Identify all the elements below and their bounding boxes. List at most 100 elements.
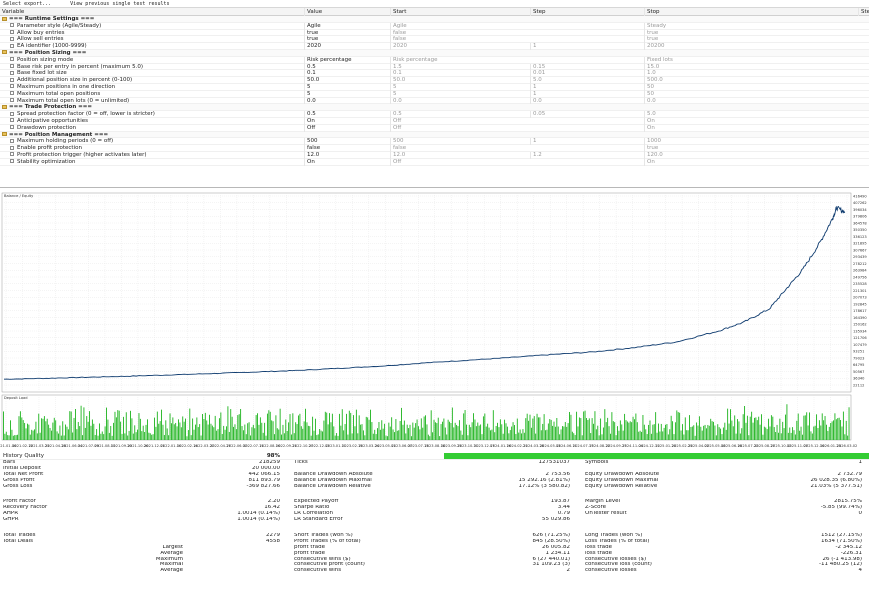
grid-param-row[interactable]: Enable profit protection false false true (0, 145, 869, 152)
checkbox[interactable] (10, 159, 14, 164)
param-stop-cell[interactable]: 5.0 (644, 111, 858, 118)
grid-param-row[interactable]: Drawdown protection Off Off On (0, 124, 869, 132)
param-stop-cell[interactable]: On (644, 117, 858, 125)
param-stop-cell[interactable]: 1.0 (644, 70, 858, 78)
param-start-cell[interactable]: Off (390, 117, 530, 125)
grid-param-row[interactable]: Maximum total open lots (0 = unlimited) 0… (0, 97, 869, 105)
param-value-cell[interactable]: On (304, 158, 390, 166)
checkbox[interactable] (10, 138, 14, 143)
checkbox[interactable] (10, 125, 14, 130)
param-start-cell[interactable]: 0.5 (390, 111, 530, 118)
grid-param-row[interactable]: Spread protection factor (0 = off, lower… (0, 111, 869, 118)
param-value-cell[interactable]: On (304, 117, 390, 125)
param-step-cell[interactable]: 0.01 (530, 70, 644, 78)
param-value-cell[interactable]: true (304, 36, 390, 44)
param-stop-cell[interactable]: On (644, 158, 858, 166)
param-step-cell[interactable]: 1 (530, 90, 644, 98)
param-value-cell[interactable]: 0.5 (304, 63, 390, 71)
checkbox[interactable] (10, 77, 14, 82)
select-export-menu[interactable]: Select export... (3, 1, 51, 7)
param-start-cell[interactable]: false (390, 29, 530, 37)
param-stop-cell[interactable]: Steady (644, 22, 858, 30)
checkbox[interactable] (10, 91, 14, 96)
param-value-cell[interactable]: 12.0 (304, 151, 390, 159)
checkbox[interactable] (10, 64, 14, 69)
param-step-cell[interactable]: 5.0 (530, 77, 644, 84)
param-start-cell[interactable]: false (390, 145, 530, 152)
param-step-cell[interactable]: 1 (530, 43, 644, 50)
param-value-cell[interactable]: Risk percentage (304, 56, 390, 64)
param-value-cell[interactable]: 2020 (304, 43, 390, 50)
col-header-step[interactable]: Step (530, 8, 644, 16)
checkbox[interactable] (10, 111, 14, 116)
grid-param-row[interactable]: Parameter style (Agile/Steady) Agile Agile… (0, 22, 869, 30)
grid-group-row[interactable]: === Runtime Settings === (0, 16, 869, 23)
param-step-cell[interactable]: 0.0 (530, 97, 644, 105)
param-stop-cell[interactable]: true (644, 145, 858, 152)
grid-param-row[interactable]: Position sizing mode Risk percentage Risk … (0, 56, 869, 64)
param-start-cell[interactable]: 1.5 (390, 63, 530, 71)
param-step-cell[interactable]: 1.2 (530, 151, 644, 159)
checkbox[interactable] (10, 152, 14, 157)
param-stop-cell[interactable]: true (644, 29, 858, 37)
grid-param-row[interactable]: Anticipative opportunities On Off On (0, 117, 869, 125)
checkbox[interactable] (10, 98, 14, 103)
param-value-cell[interactable]: 50.0 (304, 77, 390, 84)
param-start-cell[interactable]: Off (390, 158, 530, 166)
param-step-cell[interactable]: 0.05 (530, 111, 644, 118)
grid-param-row[interactable]: Maximum positions in one direction 5 5 1 50 (0, 83, 869, 91)
param-stop-cell[interactable]: On (644, 124, 858, 132)
col-header-stop[interactable]: Stop (644, 8, 858, 16)
col-header-variable[interactable]: Variable (0, 8, 304, 16)
grid-param-row[interactable]: Additional position size in percent (0-1… (0, 77, 869, 84)
param-start-cell[interactable]: 5 (390, 83, 530, 91)
grid-param-row[interactable]: Maximum total open positions 5 5 1 50 (0, 90, 869, 98)
param-start-cell[interactable]: 5 (390, 90, 530, 98)
param-value-cell[interactable]: Off (304, 124, 390, 132)
param-start-cell[interactable]: Agile (390, 22, 530, 30)
grid-param-row[interactable]: Allow buy entries true false true (0, 29, 869, 37)
param-value-cell[interactable]: 5 (304, 83, 390, 91)
col-header-start[interactable]: Start (390, 8, 530, 16)
grid-group-row[interactable]: === Trade Protection === (0, 104, 869, 112)
param-stop-cell[interactable]: 500.0 (644, 77, 858, 84)
param-start-cell[interactable]: Risk percentage (390, 56, 530, 64)
param-step-cell[interactable]: 1 (530, 83, 644, 91)
param-value-cell[interactable]: 5 (304, 90, 390, 98)
checkbox[interactable] (10, 84, 14, 89)
param-value-cell[interactable]: Agile (304, 22, 390, 30)
grid-param-row[interactable]: Base fixed lot size 0.1 0.1 0.01 1.0 (0, 70, 869, 78)
col-header-value[interactable]: Value (304, 8, 390, 16)
param-start-cell[interactable]: Off (390, 124, 530, 132)
checkbox[interactable] (10, 30, 14, 35)
param-stop-cell[interactable]: 0.0 (644, 97, 858, 105)
param-stop-cell[interactable]: true (644, 36, 858, 44)
param-step-cell[interactable]: 1 (530, 138, 644, 146)
param-stop-cell[interactable]: 20200 (644, 43, 858, 50)
param-value-cell[interactable]: 0.5 (304, 111, 390, 118)
param-value-cell[interactable]: false (304, 145, 390, 152)
checkbox[interactable] (10, 70, 14, 75)
param-stop-cell[interactable]: 15.0 (644, 63, 858, 71)
checkbox[interactable] (10, 118, 14, 123)
param-start-cell[interactable]: 0.0 (390, 97, 530, 105)
checkbox[interactable] (10, 43, 14, 48)
param-value-cell[interactable]: true (304, 29, 390, 37)
grid-group-row[interactable]: === Position Sizing === (0, 49, 869, 57)
param-stop-cell[interactable]: 50 (644, 83, 858, 91)
param-stop-cell[interactable]: 1000 (644, 138, 858, 146)
grid-param-row[interactable]: Profit protection trigger (higher activa… (0, 151, 869, 159)
param-start-cell[interactable]: 12.0 (390, 151, 530, 159)
checkbox[interactable] (10, 36, 14, 41)
param-stop-cell[interactable]: 50 (644, 90, 858, 98)
param-stop-cell[interactable]: 120.0 (644, 151, 858, 159)
param-value-cell[interactable]: 0.1 (304, 70, 390, 78)
param-step-cell[interactable]: 0.15 (530, 63, 644, 71)
view-previous-results-link[interactable]: View previous single test results (70, 1, 169, 7)
param-stop-cell[interactable]: Fixed lots (644, 56, 858, 64)
grid-param-row[interactable]: Maximum holding periods (0 = off) 500 500 1… (0, 138, 869, 146)
param-start-cell[interactable]: false (390, 36, 530, 44)
grid-param-row[interactable]: Stability optimization On Off On (0, 158, 869, 166)
checkbox[interactable] (10, 23, 14, 28)
grid-param-row[interactable]: EA identifier (1000-9999) 2020 2020 1 20200 (0, 43, 869, 50)
